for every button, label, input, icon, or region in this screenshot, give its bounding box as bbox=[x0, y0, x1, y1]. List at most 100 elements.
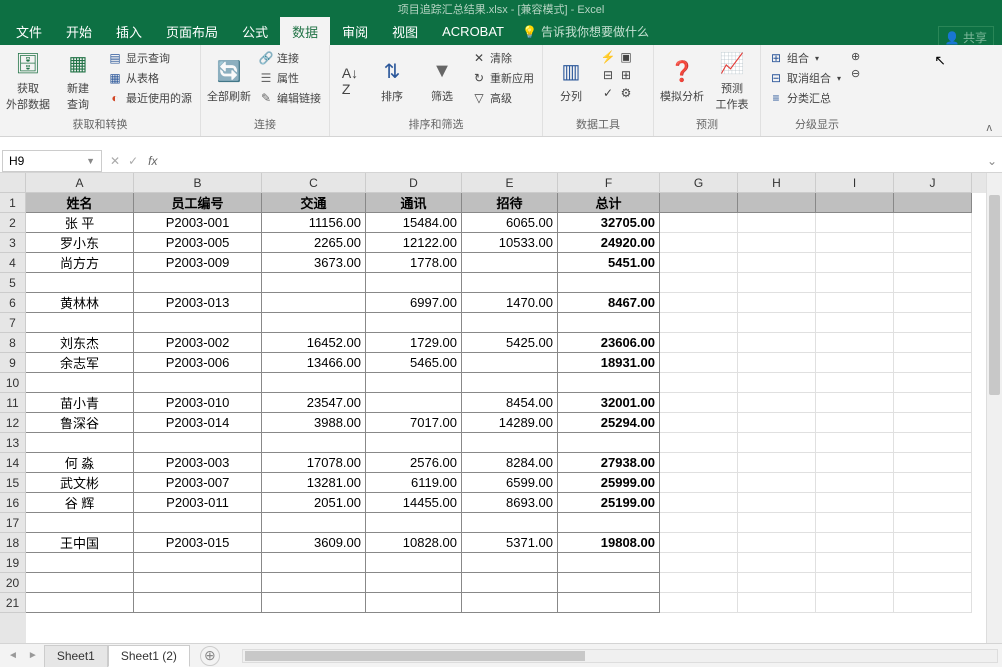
cell[interactable] bbox=[366, 553, 462, 573]
row-header[interactable]: 1 bbox=[0, 193, 26, 213]
cell[interactable] bbox=[738, 393, 816, 413]
cell[interactable]: 交通 bbox=[262, 193, 366, 213]
cell[interactable] bbox=[816, 213, 894, 233]
cell[interactable]: P2003-003 bbox=[134, 453, 262, 473]
cell[interactable]: 6065.00 bbox=[462, 213, 558, 233]
cell[interactable]: 何 淼 bbox=[26, 453, 134, 473]
cell[interactable]: P2003-009 bbox=[134, 253, 262, 273]
tab-公式[interactable]: 公式 bbox=[230, 17, 280, 46]
cell[interactable] bbox=[660, 533, 738, 553]
cell[interactable]: 招待 bbox=[462, 193, 558, 213]
cell[interactable]: P2003-005 bbox=[134, 233, 262, 253]
cell[interactable] bbox=[894, 433, 972, 453]
cell[interactable] bbox=[660, 553, 738, 573]
cell[interactable] bbox=[660, 573, 738, 593]
whatif-button[interactable]: ❓ 模拟分析 bbox=[660, 47, 704, 114]
tab-开始[interactable]: 开始 bbox=[54, 17, 104, 46]
cell[interactable] bbox=[816, 553, 894, 573]
cell[interactable] bbox=[660, 393, 738, 413]
add-sheet-button[interactable]: ⊕ bbox=[200, 646, 220, 666]
show-queries-button[interactable]: ▤显示查询 bbox=[106, 49, 194, 67]
cell[interactable] bbox=[660, 513, 738, 533]
cell[interactable] bbox=[558, 373, 660, 393]
horizontal-scrollbar[interactable] bbox=[242, 649, 998, 663]
sheet-tab[interactable]: Sheet1 bbox=[44, 645, 108, 667]
name-box[interactable]: H9 ▼ bbox=[2, 150, 102, 172]
cell[interactable] bbox=[558, 513, 660, 533]
cell[interactable]: 12122.00 bbox=[366, 233, 462, 253]
cell[interactable] bbox=[366, 513, 462, 533]
cell[interactable] bbox=[816, 313, 894, 333]
cell[interactable] bbox=[894, 513, 972, 533]
cell[interactable] bbox=[894, 413, 972, 433]
tab-插入[interactable]: 插入 bbox=[104, 17, 154, 46]
refresh-all-button[interactable]: 🔄 全部刷新 bbox=[207, 47, 251, 114]
cell[interactable] bbox=[816, 353, 894, 373]
cell[interactable] bbox=[26, 433, 134, 453]
cell[interactable] bbox=[366, 573, 462, 593]
cell[interactable] bbox=[816, 273, 894, 293]
cell[interactable]: 2265.00 bbox=[262, 233, 366, 253]
cell[interactable] bbox=[816, 533, 894, 553]
cell[interactable] bbox=[262, 373, 366, 393]
cell[interactable] bbox=[816, 413, 894, 433]
cell[interactable] bbox=[894, 593, 972, 613]
cell[interactable]: 2051.00 bbox=[262, 493, 366, 513]
cell[interactable]: 8467.00 bbox=[558, 293, 660, 313]
cell[interactable] bbox=[816, 373, 894, 393]
cell[interactable] bbox=[894, 373, 972, 393]
cell[interactable] bbox=[660, 473, 738, 493]
cell[interactable] bbox=[462, 273, 558, 293]
connections-button[interactable]: 🔗连接 bbox=[257, 49, 323, 67]
cell[interactable] bbox=[816, 293, 894, 313]
cell[interactable] bbox=[816, 453, 894, 473]
cell[interactable] bbox=[26, 513, 134, 533]
row-header[interactable]: 19 bbox=[0, 553, 26, 573]
cell[interactable]: 通讯 bbox=[366, 193, 462, 213]
cell[interactable] bbox=[558, 313, 660, 333]
cell[interactable]: 17078.00 bbox=[262, 453, 366, 473]
row-header[interactable]: 5 bbox=[0, 273, 26, 293]
cell[interactable] bbox=[816, 593, 894, 613]
cell[interactable]: 鲁深谷 bbox=[26, 413, 134, 433]
cell[interactable] bbox=[816, 193, 894, 213]
cell[interactable] bbox=[660, 193, 738, 213]
cell[interactable]: P2003-013 bbox=[134, 293, 262, 313]
tab-视图[interactable]: 视图 bbox=[380, 17, 430, 46]
cell[interactable] bbox=[894, 233, 972, 253]
row-headers[interactable]: 123456789101112131415161718192021 bbox=[0, 193, 26, 643]
cell[interactable]: 员工编号 bbox=[134, 193, 262, 213]
fx-icon[interactable]: fx bbox=[144, 154, 161, 168]
cell[interactable] bbox=[738, 353, 816, 373]
cell[interactable]: 25999.00 bbox=[558, 473, 660, 493]
cell[interactable] bbox=[738, 553, 816, 573]
cell[interactable]: 16452.00 bbox=[262, 333, 366, 353]
remove-dup-button[interactable]: ⊟⊞ bbox=[599, 67, 647, 83]
row-header[interactable]: 18 bbox=[0, 533, 26, 553]
advanced-filter-button[interactable]: ▽高级 bbox=[470, 89, 536, 107]
cell[interactable]: 23606.00 bbox=[558, 333, 660, 353]
cell[interactable]: P2003-015 bbox=[134, 533, 262, 553]
scrollbar-thumb[interactable] bbox=[989, 195, 1000, 395]
cell[interactable] bbox=[134, 373, 262, 393]
cell[interactable] bbox=[816, 333, 894, 353]
cell[interactable] bbox=[894, 333, 972, 353]
expand-formula-bar-button[interactable]: ⌄ bbox=[982, 154, 1002, 168]
forecast-sheet-button[interactable]: 📈 预测 工作表 bbox=[710, 47, 754, 114]
cell[interactable] bbox=[816, 573, 894, 593]
collapse-ribbon-button[interactable]: ʌ bbox=[987, 122, 993, 134]
cell[interactable]: 10533.00 bbox=[462, 233, 558, 253]
column-headers[interactable]: ABCDEFGHIJ bbox=[26, 173, 986, 193]
cell[interactable] bbox=[738, 533, 816, 553]
cell[interactable] bbox=[894, 573, 972, 593]
worksheet-grid[interactable]: ABCDEFGHIJ 12345678910111213141516171819… bbox=[0, 173, 1002, 643]
cell[interactable]: 8693.00 bbox=[462, 493, 558, 513]
cell[interactable] bbox=[26, 593, 134, 613]
cell[interactable] bbox=[738, 473, 816, 493]
cell[interactable]: 姓名 bbox=[26, 193, 134, 213]
row-header[interactable]: 14 bbox=[0, 453, 26, 473]
cell[interactable]: 13466.00 bbox=[262, 353, 366, 373]
cell[interactable]: 24920.00 bbox=[558, 233, 660, 253]
tab-审阅[interactable]: 审阅 bbox=[330, 17, 380, 46]
cell[interactable] bbox=[462, 353, 558, 373]
